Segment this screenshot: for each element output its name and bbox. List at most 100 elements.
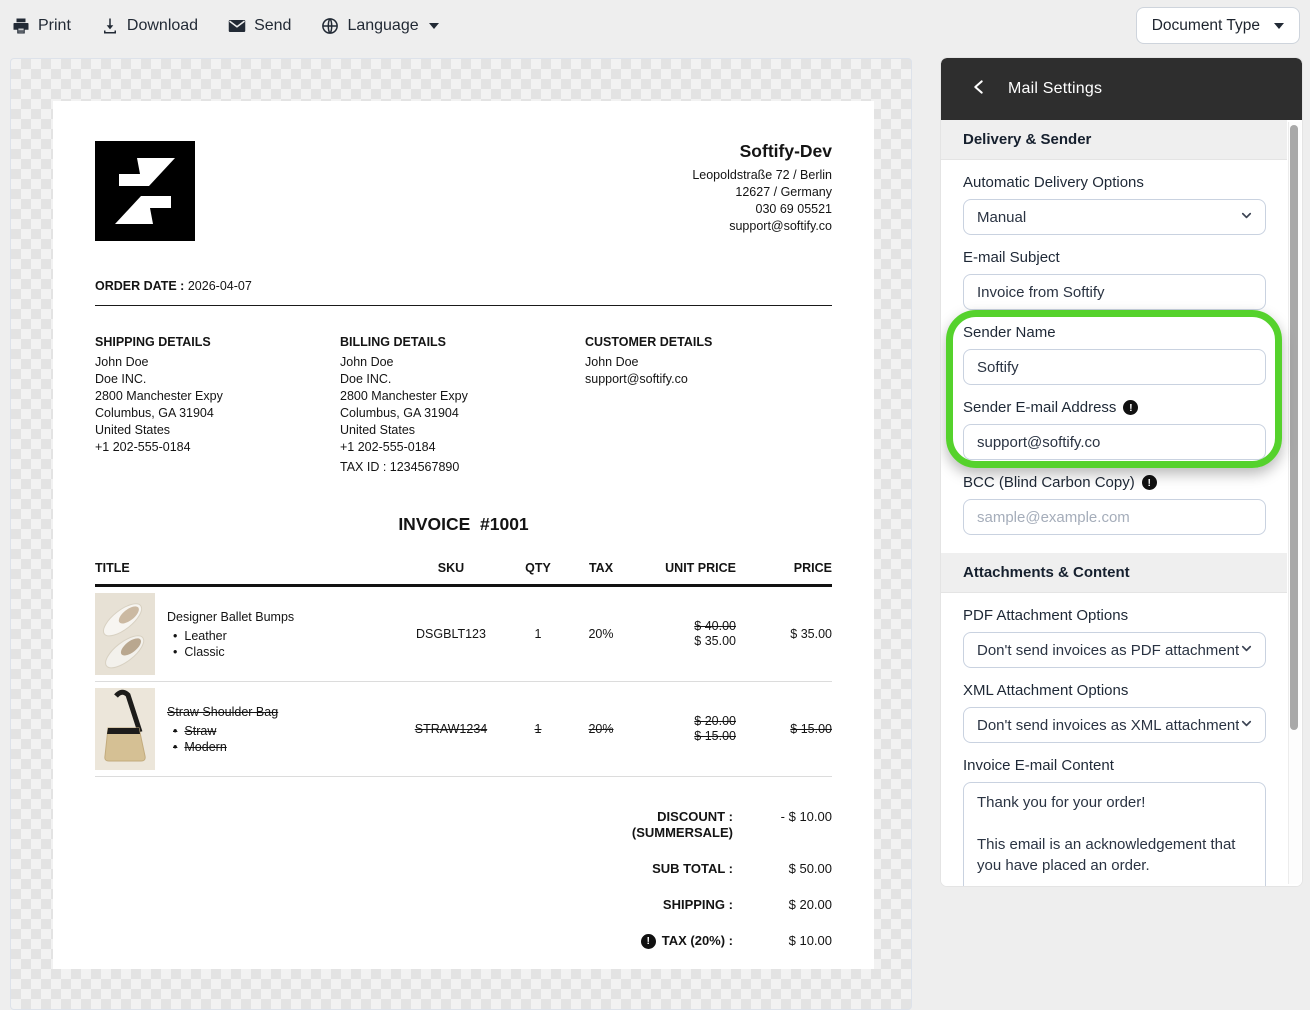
print-button[interactable]: Print [12, 17, 71, 35]
customer-line: support@softify.co [585, 372, 688, 386]
billing-line: Columbus, GA 31904 [340, 406, 459, 420]
item-title: Designer Ballet Bumps [167, 609, 295, 624]
company-name: Softify-Dev [739, 141, 832, 161]
subtotal-value: $ 50.00 [788, 861, 832, 876]
chevron-down-icon [1239, 716, 1254, 735]
panel-scrollbar-thumb[interactable] [1290, 125, 1298, 730]
company-email: support@softify.co [729, 219, 832, 233]
auto-delivery-select[interactable]: Manual [963, 199, 1266, 235]
pdf-attachment-value: Don't send invoices as PDF attachment [977, 641, 1239, 659]
customer-details: CUSTOMER DETAILS John Doe support@softif… [585, 334, 832, 476]
table-row-refunded: Straw Shoulder Bag • Straw • Modern STRAW1… [95, 682, 832, 777]
table-row: Designer Ballet Bumps • Leather • Classic … [95, 587, 832, 682]
item-tax: 20% [588, 722, 614, 736]
download-button[interactable]: Download [101, 17, 198, 35]
shipping-line: 2800 Manchester Expy [95, 389, 223, 403]
product-image-ballet-flats [95, 593, 155, 675]
invoice-title: INVOICE #1001 [398, 514, 529, 534]
divider [95, 305, 832, 306]
shipping-details-title: SHIPPING DETAILS [95, 335, 211, 349]
email-subject-label: E-mail Subject [963, 249, 1060, 266]
item-option: Modern [184, 739, 227, 754]
billing-line: 2800 Manchester Expy [340, 389, 468, 403]
company-address-line: Leopoldstraße 72 / Berlin [692, 168, 832, 182]
panel-scrollbar-track[interactable] [1288, 122, 1301, 884]
exclamation-circle-icon [1123, 400, 1139, 415]
shipping-line: Doe INC. [95, 372, 147, 386]
customer-details-title: CUSTOMER DETAILS [585, 335, 713, 349]
subtotal-row: SUB TOTAL : $ 50.00 [620, 861, 832, 877]
email-subject-input[interactable] [963, 274, 1266, 310]
sender-email-label: Sender E-mail Address [963, 399, 1117, 416]
sender-name-input[interactable] [963, 349, 1266, 385]
shipping-total-value: $ 20.00 [788, 897, 832, 912]
exclamation-circle-icon [1141, 475, 1157, 490]
xml-attachment-select[interactable]: Don't send invoices as XML attachment [963, 707, 1266, 743]
billing-line: +1 202-555-0184 [340, 440, 436, 454]
document-type-dropdown[interactable]: Document Type [1135, 7, 1300, 44]
pdf-attachment-label: PDF Attachment Options [963, 607, 1129, 624]
document-type-label: Document Type [1151, 16, 1260, 34]
customer-line: John Doe [585, 355, 639, 369]
item-price: $ 15.00 [790, 722, 832, 736]
discount-code: (SUMMERSALE) [631, 825, 733, 840]
mail-settings-header: Mail Settings [941, 58, 1302, 120]
item-unit-price-old: $ 40.00 [694, 619, 736, 633]
item-unit-price: $ 35.00 [694, 634, 736, 648]
item-price: $ 35.00 [790, 627, 832, 641]
shipping-details: SHIPPING DETAILS John Doe Doe INC. 2800 … [95, 334, 340, 476]
shipping-row: SHIPPING : $ 20.00 [620, 897, 832, 913]
order-date-label: ORDER DATE : [95, 279, 185, 293]
invoice-email-content-label: Invoice E-mail Content [963, 757, 1114, 774]
company-address-line: 12627 / Germany [735, 185, 832, 199]
item-tax: 20% [588, 627, 614, 641]
item-sku: DSGBLT123 [416, 627, 486, 641]
table-header-row: TITLE SKU QTY TAX UNIT PRICE PRICE [95, 561, 832, 587]
col-tax-header: TAX [588, 561, 614, 575]
billing-line: United States [340, 423, 416, 437]
panel-title: Mail Settings [1008, 80, 1103, 97]
mail-settings-body: Delivery & Sender Automatic Delivery Opt… [941, 120, 1302, 886]
exclamation-circle-icon [640, 933, 656, 949]
item-unit-price-old: $ 20.00 [694, 714, 736, 728]
invoice-email-content-textarea[interactable]: Thank you for your order! This email is … [963, 782, 1266, 886]
billing-line: Doe INC. [340, 372, 392, 386]
section-delivery-sender: Delivery & Sender [941, 120, 1287, 160]
item-qty: 1 [534, 722, 542, 736]
discount-label: DISCOUNT : [657, 809, 733, 824]
language-label: Language [347, 17, 419, 34]
download-icon [101, 17, 119, 35]
invoice-sheet: Softify-Dev Leopoldstraße 72 / Berlin 12… [53, 101, 874, 969]
auto-delivery-label: Automatic Delivery Options [963, 174, 1144, 191]
download-label: Download [126, 17, 199, 34]
sender-email-input[interactable] [963, 424, 1266, 460]
shipping-total-label: SHIPPING : [662, 897, 733, 912]
mail-settings-panel: Mail Settings Delivery & Sender Automati… [941, 58, 1302, 886]
product-image-straw-shoulder-bag [95, 688, 155, 770]
discount-row: DISCOUNT : (SUMMERSALE) - $ 10.00 [620, 809, 832, 841]
item-unit-price: $ 15.00 [694, 729, 736, 743]
item-qty: 1 [534, 627, 542, 641]
print-label: Print [38, 17, 71, 34]
caret-down-icon [1274, 22, 1284, 29]
printer-icon [12, 17, 30, 35]
shipping-line: Columbus, GA 31904 [95, 406, 214, 420]
sender-name-label: Sender Name [963, 324, 1056, 341]
send-button[interactable]: Send [228, 17, 291, 35]
back-chevron-icon [971, 79, 986, 100]
company-phone: 030 69 05521 [755, 202, 832, 216]
col-qty-header: QTY [525, 561, 551, 575]
pdf-attachment-select[interactable]: Don't send invoices as PDF attachment [963, 632, 1266, 668]
col-price-header: PRICE [793, 561, 832, 575]
chevron-down-icon [1239, 208, 1254, 227]
bcc-input[interactable] [963, 499, 1266, 535]
send-label: Send [254, 17, 292, 34]
tax-total-label: TAX (20%) : [661, 933, 733, 948]
back-button[interactable] [971, 79, 986, 100]
shipping-line: +1 202-555-0184 [95, 440, 191, 454]
language-menu-button[interactable]: Language [321, 17, 439, 35]
tax-total-value: $ 10.00 [788, 933, 832, 948]
item-option: Classic [184, 644, 225, 659]
bcc-label: BCC (Blind Carbon Copy) [963, 474, 1135, 491]
xml-attachment-value: Don't send invoices as XML attachment [977, 716, 1239, 734]
